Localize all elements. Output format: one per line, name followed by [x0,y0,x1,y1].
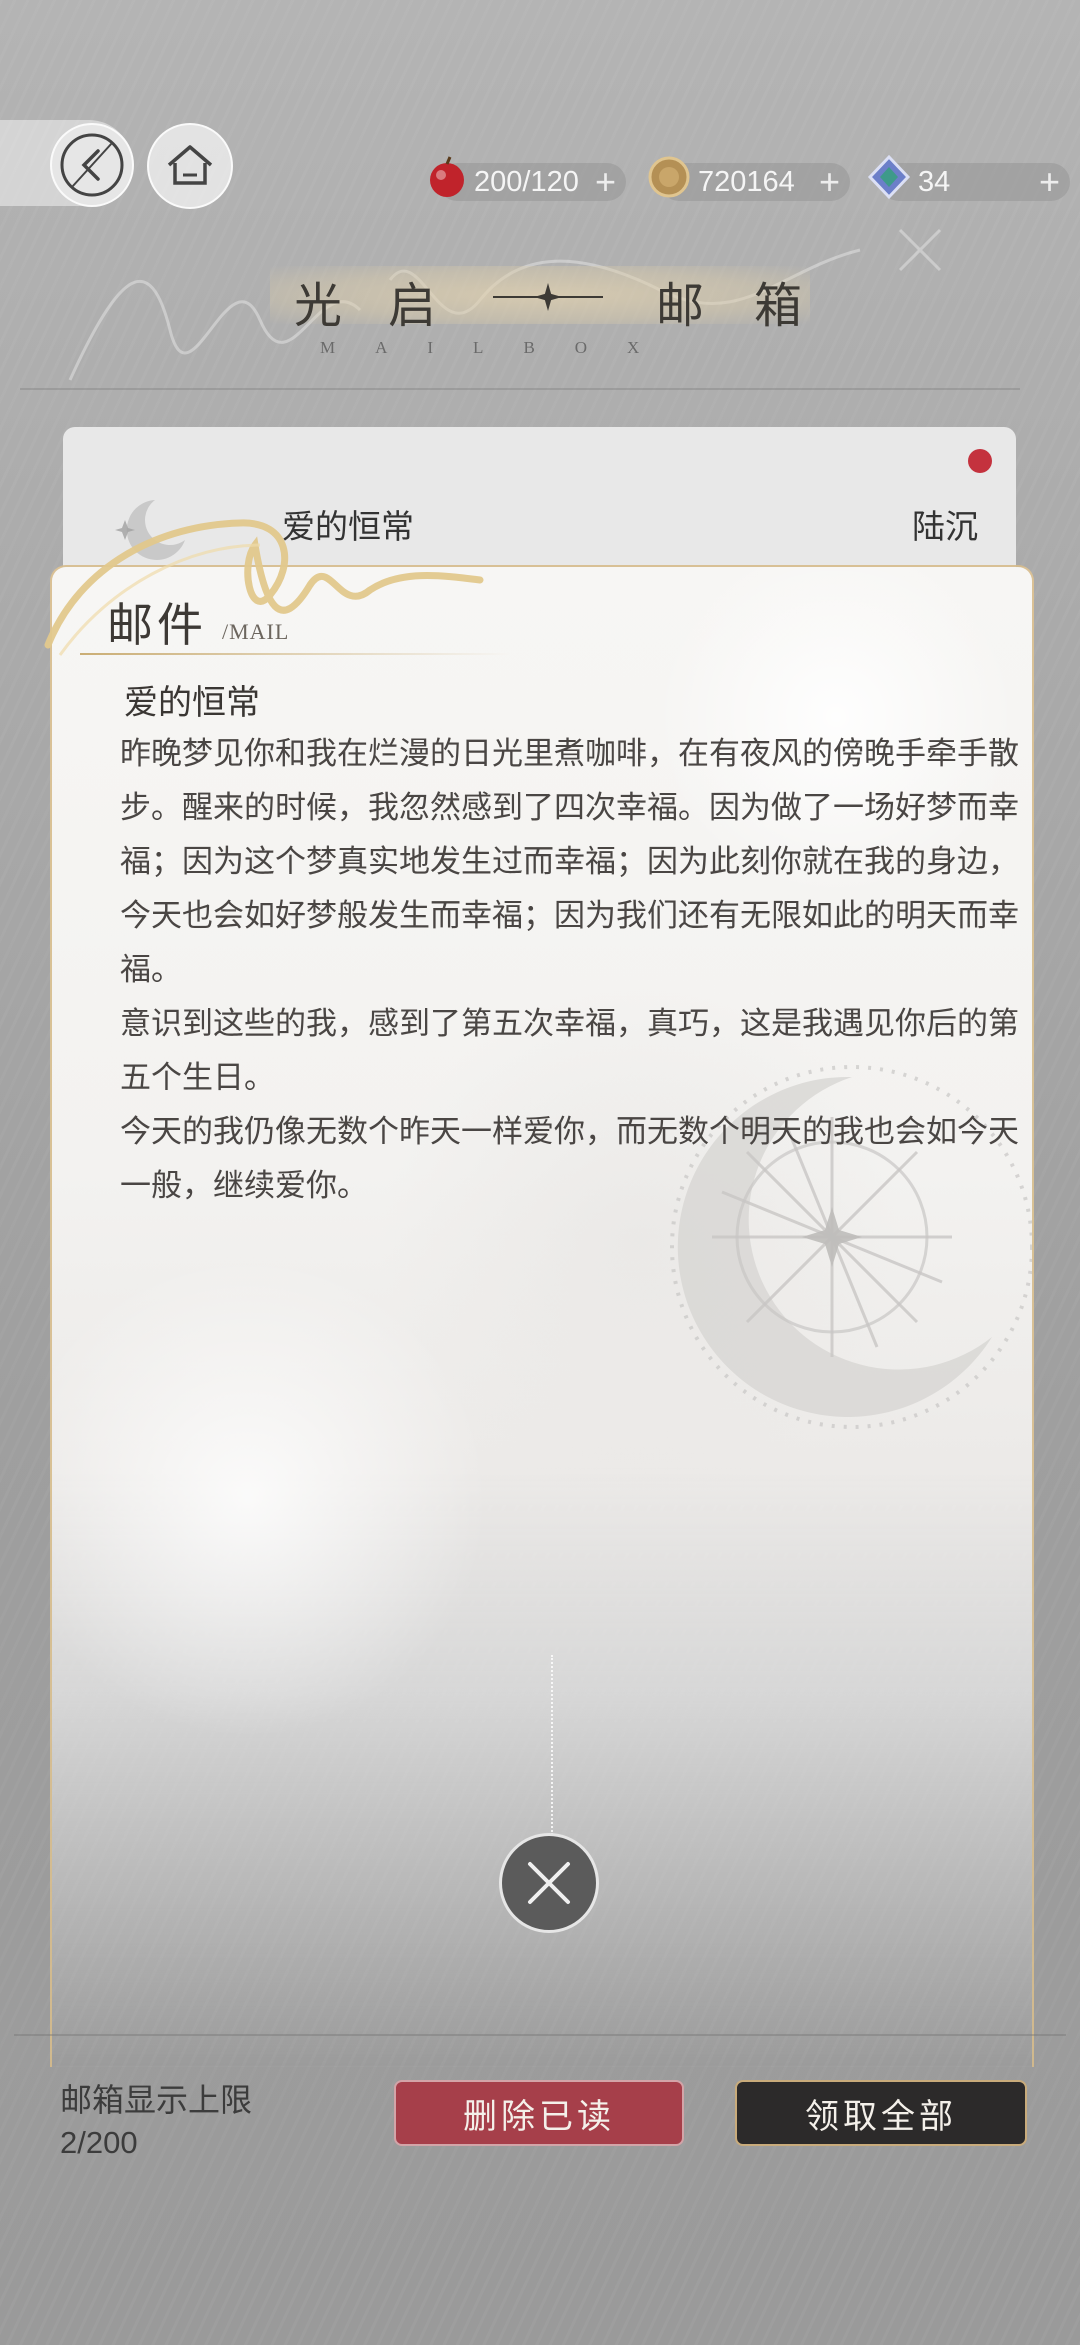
stamina-value: 200/120 [474,165,579,198]
close-connector-line [551,1655,553,1835]
stamina-plus-button[interactable]: + [595,161,616,203]
coin-icon [648,156,690,198]
apple-icon [430,156,464,197]
back-button[interactable] [50,123,134,207]
home-button[interactable] [147,123,233,209]
delete-read-label: 删除已读 [463,2098,615,2136]
back-arrow-icon [60,133,124,197]
diamond-value: 34 [918,165,951,198]
mail-list-item-sender: 陆沉 [912,510,978,546]
delete-read-button[interactable]: 删除已读 [394,2080,684,2146]
mail-body: 昨晚梦见你和我在烂漫的日光里煮咖啡，在有夜风的傍晚手牵手散步。醒来的时候，我忽然… [120,727,1020,1213]
gold-plus-button[interactable]: + [819,161,840,203]
mailbox-limit-label: 邮箱显示上限 [60,2082,253,2118]
mail-subject: 爱的恒常 [124,685,260,722]
diamond-resource: 34 + [867,154,1070,203]
page-subtitle: MAILBOX [320,338,680,357]
claim-all-label: 领取全部 [805,2098,957,2136]
claim-all-button[interactable]: 领取全部 [735,2080,1027,2146]
mailbox-limit-count: 2/200 [60,2125,138,2160]
diamond-icon [867,154,911,200]
title-char-3: 邮 [656,280,709,333]
title-char-2: 启 [388,280,441,333]
mail-paragraph: 意识到这些的我，感到了第五次幸福，真巧，这是我遇见你后的第五个生日。 [120,1006,1019,1095]
gold-resource: 720164 + [648,156,850,203]
gold-value: 720164 [698,165,795,198]
close-button[interactable] [499,1833,599,1933]
gold-signature-flourish [44,519,484,656]
unread-dot [968,449,992,473]
title-char-1: 光 [294,280,347,333]
home-icon [167,145,213,185]
stamina-resource: 200/120 + [430,156,626,203]
title-divider [20,388,1020,390]
title-star-divider-icon [493,283,603,311]
diamond-plus-button[interactable]: + [1039,161,1060,203]
mail-paragraph: 昨晚梦见你和我在烂漫的日光里煮咖啡，在有夜风的傍晚手牵手散步。醒来的时候，我忽然… [120,736,1019,987]
mail-paragraph: 今天的我仍像无数个昨天一样爱你，而无数个明天的我也会如今天一般，继续爱你。 [120,1114,1019,1203]
page-title: 光 启 邮 箱 [270,262,810,342]
footer-divider [14,2034,1066,2036]
title-char-4: 箱 [754,280,807,333]
close-icon [528,1862,570,1904]
